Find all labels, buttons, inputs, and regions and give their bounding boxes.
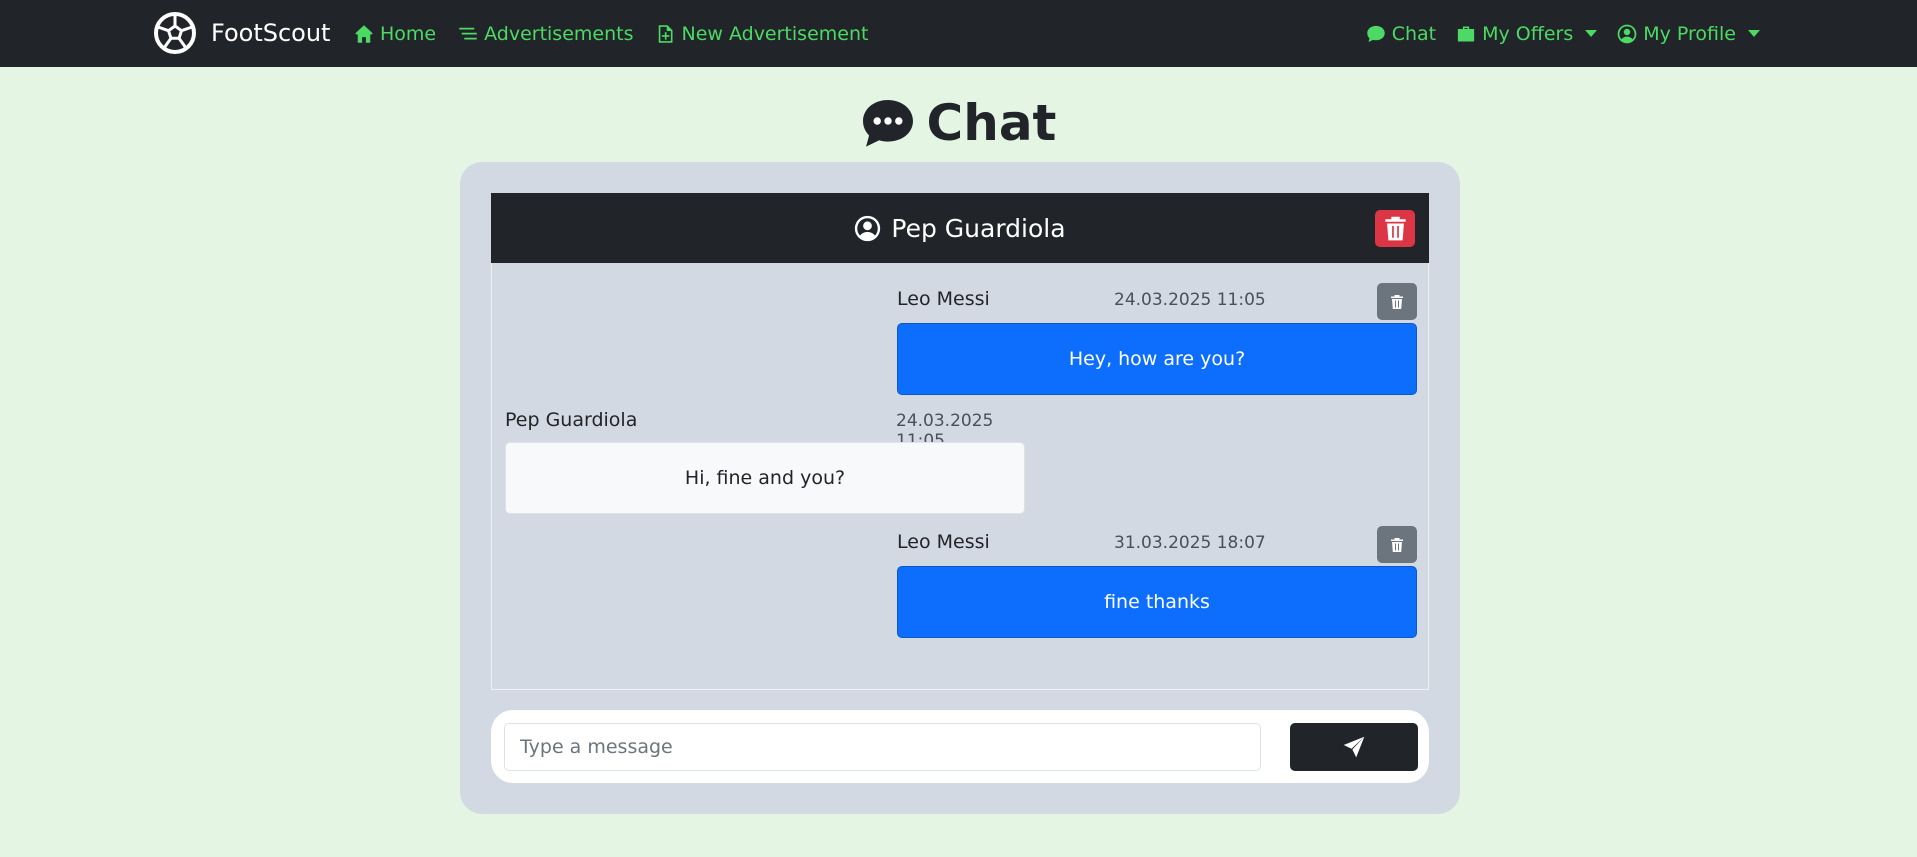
message-input[interactable] [504,723,1261,771]
chat-header: Pep Guardiola [491,193,1429,263]
nav-right: Chat My Offers My Profile [1366,0,1760,67]
message-sender: Pep Guardiola [505,409,638,431]
message-bubble: fine thanks [897,566,1417,638]
nav-my-offers-label: My Offers [1482,22,1574,45]
chat-card: Pep Guardiola Leo Messi 24.03.2025 11:05… [460,162,1460,814]
delete-message-button[interactable] [1377,283,1417,320]
nav-home-label: Home [380,22,437,45]
navbar: FootScout Home Advertisements New Advert… [0,0,1917,67]
nav-new-advertisement-label: New Advertisement [681,22,869,45]
trash-icon [1384,216,1406,241]
nav-my-offers[interactable]: My Offers [1456,22,1598,45]
message-list: Leo Messi 24.03.2025 11:05 Hey, how are … [491,263,1429,690]
nav-home[interactable]: Home [354,23,436,45]
delete-message-button[interactable] [1377,526,1417,563]
brand-name: FootScout [211,19,331,47]
message-timestamp: 24.03.2025 11:05 [1114,290,1266,310]
message-timestamp: 31.03.2025 18:07 [1114,533,1266,553]
message-meta: Pep Guardiola 24.03.2025 11:05 [505,401,1025,451]
chat-bubble-icon [1366,25,1385,42]
message-sender: Leo Messi [897,531,990,553]
file-plus-icon [659,24,673,43]
delete-chat-button[interactable] [1375,210,1415,247]
nav-new-advertisement[interactable]: New Advertisement [655,23,868,45]
trash-icon [1391,537,1403,552]
list-icon [459,27,477,39]
chat-dots-icon [862,100,913,147]
soccer-ball-icon [154,12,196,54]
message-bubble: Hi, fine and you? [505,442,1025,514]
house-icon [355,24,373,43]
nav-advertisements-label: Advertisements [484,22,634,45]
message-bubble: Hey, how are you? [897,323,1417,395]
nav-chat[interactable]: Chat [1366,23,1436,45]
nav-chat-label: Chat [1391,22,1437,45]
message-composer [491,710,1429,783]
nav-my-profile[interactable]: My Profile [1617,23,1760,45]
chevron-down-icon [1748,30,1760,37]
nav-advertisements[interactable]: Advertisements [458,23,633,45]
message-meta: Leo Messi 24.03.2025 11:05 [897,280,1417,320]
message-meta: Leo Messi 31.03.2025 18:07 [897,523,1417,563]
nav-my-profile-label: My Profile [1643,22,1736,45]
chat-partner-name: Pep Guardiola [891,213,1066,243]
page-title: Chat [0,92,1917,154]
person-circle-icon [1617,24,1637,43]
person-circle-icon [855,215,881,241]
send-button[interactable] [1290,723,1418,771]
chevron-down-icon [1585,30,1598,37]
page-title-text: Chat [926,94,1057,152]
trash-icon [1391,294,1403,309]
briefcase-icon [1457,26,1475,41]
message-sender: Leo Messi [897,288,990,310]
brand-link[interactable]: FootScout [153,10,330,56]
send-icon [1343,736,1365,758]
nav-left: Home Advertisements New Advertisement [354,0,868,67]
